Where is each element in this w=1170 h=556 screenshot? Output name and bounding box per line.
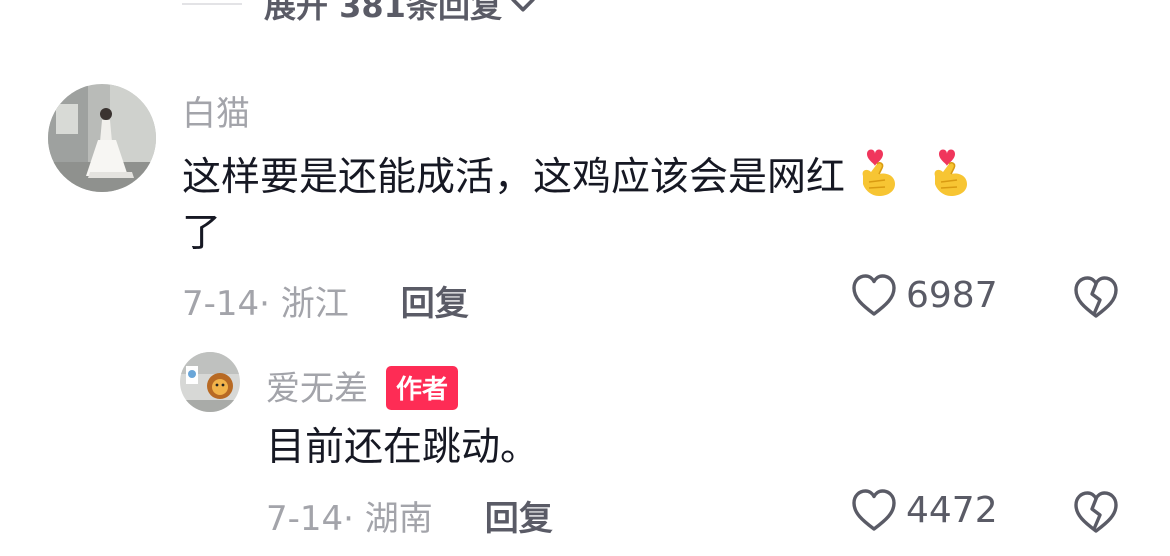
broken-heart-icon xyxy=(1074,276,1118,318)
avatar[interactable] xyxy=(180,352,240,412)
author-badge: 作者 xyxy=(386,365,459,410)
like-button[interactable]: 4472 xyxy=(850,487,998,533)
like-button[interactable]: 6987 xyxy=(850,272,998,318)
finger-heart-emoji-icon xyxy=(929,146,973,198)
reply-text: 目前还在跳动。 xyxy=(266,425,540,470)
comment-meta: 7-14· 浙江 回复 xyxy=(182,276,469,325)
reply-button[interactable]: 回复 xyxy=(401,276,469,325)
heart-icon xyxy=(852,489,896,531)
dislike-button[interactable] xyxy=(1072,489,1120,539)
like-count: 4472 xyxy=(906,489,998,531)
like-count: 6987 xyxy=(906,274,998,316)
comment-body: 这样要是还能成活，这鸡应该会是网红 xyxy=(182,155,846,200)
avatar[interactable] xyxy=(48,84,156,192)
reply-username-row: 爱无差 作者 xyxy=(266,361,459,413)
broken-heart-icon xyxy=(1074,491,1118,533)
comment-date-location: 7-14· 浙江 xyxy=(182,284,349,324)
comment-text: 这样要是还能成活，这鸡应该会是网红 了 xyxy=(182,146,1082,262)
reply-username[interactable]: 爱无差 xyxy=(266,369,368,409)
reply-meta: 7-14· 湖南 回复 xyxy=(266,491,553,540)
chevron-down-icon xyxy=(511,0,535,12)
reply-date-location: 7-14· 湖南 xyxy=(266,499,433,539)
heart-icon xyxy=(852,274,896,316)
comment-username[interactable]: 白猫 xyxy=(182,86,250,135)
dislike-button[interactable] xyxy=(1072,274,1120,324)
divider xyxy=(182,3,242,5)
expand-replies-label: 展开 381条回复 xyxy=(264,0,502,25)
reply-button[interactable]: 回复 xyxy=(485,491,553,540)
finger-heart-emoji-icon xyxy=(857,146,901,198)
expand-replies-button[interactable]: 展开 381条回复 xyxy=(182,0,540,25)
comment-body-wrap: 了 xyxy=(182,211,222,256)
